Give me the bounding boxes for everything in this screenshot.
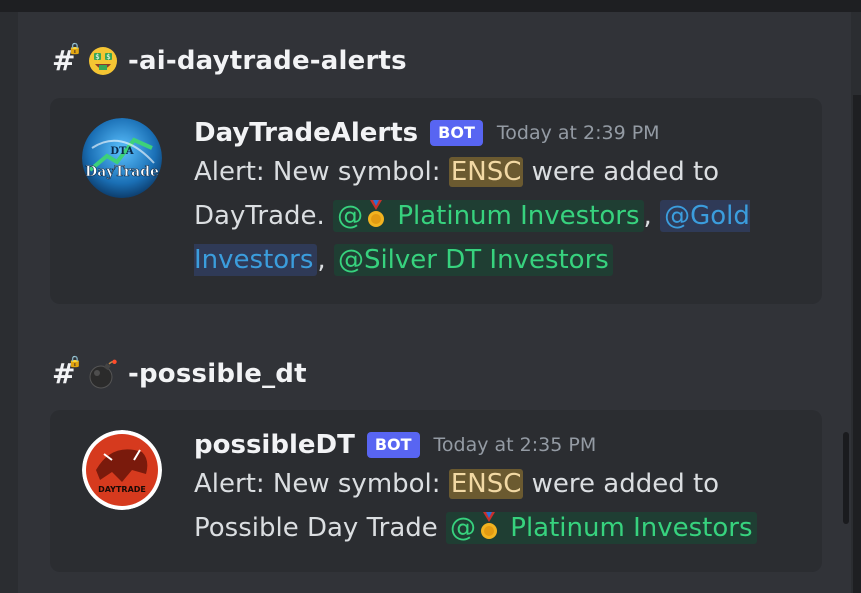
separator: , — [643, 201, 661, 231]
ticker-highlight[interactable]: ENSC — [448, 157, 524, 187]
message-content: DayTradeAlerts BOT Today at 2:39 PM Aler… — [194, 116, 802, 282]
avatar[interactable]: DTA DayTrade — [82, 118, 162, 198]
message-meta: possibleDT BOT Today at 2:35 PM — [194, 428, 802, 462]
bot-badge: BOT — [430, 120, 483, 146]
text-prefix: Alert: New symbol: — [194, 157, 449, 187]
mention-silver[interactable]: @Silver DT Investors — [333, 244, 613, 276]
channel-name: -possible_dt — [128, 358, 307, 389]
top-bar — [0, 0, 861, 12]
timestamp[interactable]: Today at 2:35 PM — [434, 434, 597, 456]
timestamp[interactable]: Today at 2:39 PM — [497, 122, 660, 144]
svg-text:DayTrade: DayTrade — [85, 164, 159, 180]
avatar[interactable]: DAYTRADE — [82, 430, 162, 510]
right-edge-panel — [853, 95, 861, 593]
message-card: DAYTRADE possibleDT BOT Today at 2:35 PM… — [50, 410, 822, 572]
scrollbar-thumb[interactable] — [843, 432, 849, 524]
locked-channel-hash-icon: # 🔒 — [52, 42, 82, 77]
bot-badge: BOT — [366, 432, 420, 458]
message-meta: DayTradeAlerts BOT Today at 2:39 PM — [194, 116, 802, 150]
separator: , — [317, 245, 334, 275]
ticker-highlight[interactable]: ENSC — [448, 469, 524, 499]
bomb-icon — [88, 359, 118, 389]
message-content: possibleDT BOT Today at 2:35 PM Alert: N… — [194, 428, 802, 550]
locked-channel-hash-icon: # 🔒 — [52, 355, 82, 390]
svg-text:$: $ — [106, 53, 110, 61]
svg-text:$: $ — [95, 53, 99, 61]
military-medal-icon — [365, 200, 387, 230]
username[interactable]: DayTradeAlerts — [194, 118, 418, 148]
channel-name: -ai-daytrade-alerts — [128, 45, 407, 76]
message-text: Alert: New symbol: ENSC were added to Po… — [194, 462, 802, 550]
channel-header-possible-dt[interactable]: # 🔒 -possible_dt — [52, 355, 307, 390]
military-medal-icon — [478, 512, 500, 542]
message-card: DTA DayTrade DayTradeAlerts BOT Today at… — [50, 98, 822, 304]
username[interactable]: possibleDT — [194, 430, 355, 460]
message-text: Alert: New symbol: ENSC were added to Da… — [194, 150, 802, 282]
money-mouth-face-icon: $ $ — [88, 46, 118, 76]
mention-platinum[interactable]: @ Platinum Investors — [333, 200, 644, 232]
mention-platinum[interactable]: @ Platinum Investors — [446, 512, 757, 544]
svg-text:DAYTRADE: DAYTRADE — [98, 485, 146, 494]
text-prefix: Alert: New symbol: — [194, 469, 449, 499]
svg-text:DTA: DTA — [110, 146, 134, 157]
left-gutter — [0, 12, 18, 593]
channel-header-ai-daytrade-alerts[interactable]: # 🔒 $ $ -ai-daytrade-alerts — [52, 42, 407, 77]
